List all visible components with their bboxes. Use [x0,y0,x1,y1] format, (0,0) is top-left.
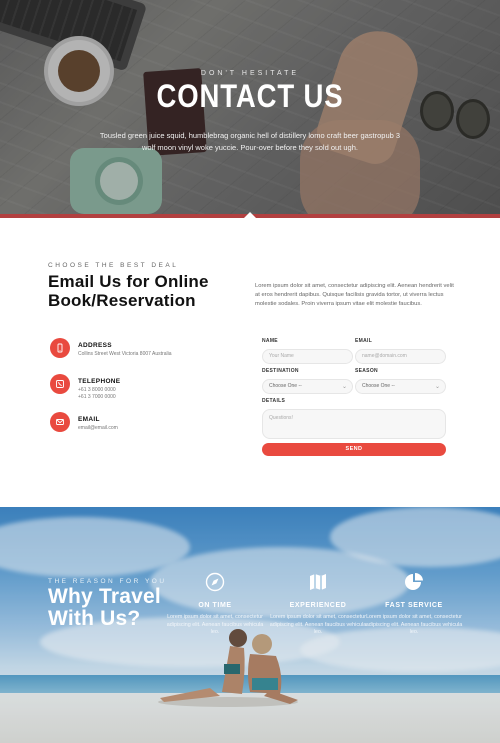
feature-text: Lorem ipsum dolor sit amet, consectetur … [365,614,463,635]
feature-on-time: ON TIME Lorem ipsum dolor sit amet, cons… [165,572,265,637]
details-textarea[interactable]: Questions! [262,409,446,439]
contact-title: Email Us for Online Book/Reservation [48,272,209,310]
page-title: CONTACT US [156,78,344,114]
section-notch [242,212,258,220]
feature-title: FAST SERVICE [385,602,443,609]
destination-value: Choose One -- [269,383,302,389]
pie-chart-icon [405,573,423,590]
envelope-icon [50,412,70,432]
name-label: NAME [262,338,278,344]
email-info: EMAIL email@email.com [50,412,118,432]
destination-select[interactable]: Choose One -- ⌄ [262,379,353,394]
season-value: Choose One -- [362,383,395,389]
hero-text: Tousled green juice squid, humblebrag or… [99,131,401,152]
telephone-label: TELEPHONE [78,378,121,385]
contact-kicker: CHOOSE THE BEST DEAL [48,262,179,269]
compass-icon [205,572,225,592]
telephone-value-2: +61 3 7000 0000 [78,394,116,400]
email-value: email@email.com [78,425,118,431]
hero-kicker: DON'T HESITATE [200,70,300,77]
email-input[interactable]: name@domain.com [355,349,446,364]
address-value: Collins Street West Victoria 8007 Austra… [78,351,172,357]
hero-banner: DON'T HESITATE CONTACT US Tousled green … [0,0,500,218]
chevron-down-icon: ⌄ [341,384,347,390]
feature-title: EXPERIENCED [289,602,347,609]
contact-description: Lorem ipsum dolor sit amet, consectetur … [255,283,454,307]
feature-text: Lorem ipsum dolor sit amet, consectetur … [269,614,367,635]
season-label: SEASON [355,368,378,374]
feature-experienced: EXPERIENCED Lorem ipsum dolor sit amet, … [268,572,368,637]
season-select[interactable]: Choose One -- ⌄ [355,379,446,394]
feature-title: ON TIME [198,602,232,609]
send-button[interactable]: SEND [262,443,446,456]
telephone-value-1: +61 3 8000 0000 [78,387,116,393]
email-field-label: EMAIL [355,338,373,344]
name-input[interactable]: Your Name [262,349,353,364]
phone-icon [50,374,70,394]
why-kicker: THE REASON FOR YOU [48,578,167,585]
feature-text: Lorem ipsum dolor sit amet, consectetur … [166,614,264,635]
email-label: EMAIL [78,416,100,423]
phone-device-icon [50,338,70,358]
telephone-info: TELEPHONE +61 3 8000 0000 +61 3 7000 000… [50,374,120,401]
address-info: ADDRESS Collins Street West Victoria 800… [50,338,171,358]
feature-fast-service: FAST SERVICE Lorem ipsum dolor sit amet,… [364,572,464,637]
chevron-down-icon: ⌄ [434,384,440,390]
details-label: DETAILS [262,398,286,404]
address-label: ADDRESS [78,342,112,349]
map-icon [310,574,326,590]
destination-label: DESTINATION [262,368,299,374]
